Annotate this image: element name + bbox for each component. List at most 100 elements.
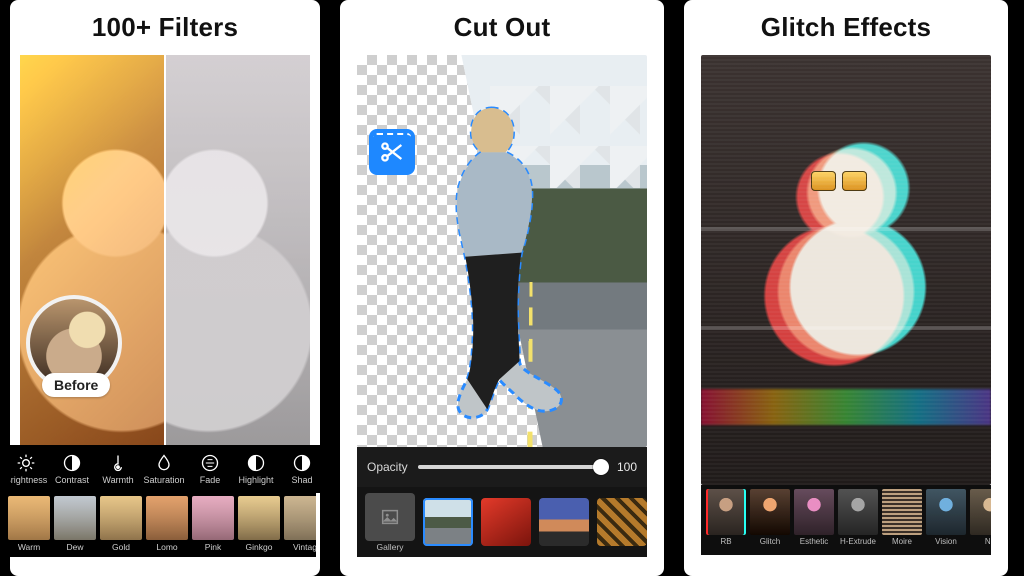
- filter-thumb-gold[interactable]: Gold: [98, 496, 144, 556]
- adjust-fade[interactable]: Fade: [184, 453, 236, 485]
- cutout-dash-icon: [373, 133, 411, 145]
- cutout-stage[interactable]: [357, 55, 647, 447]
- adjust-label: Contrast: [55, 475, 89, 485]
- thumb-label: Moire: [892, 537, 912, 546]
- adjust-label: Brightness: [10, 475, 47, 485]
- thumb-image: [54, 496, 96, 540]
- filter-thumb-warm[interactable]: Warm: [6, 496, 52, 556]
- effect-moire[interactable]: Moire: [881, 489, 923, 546]
- adjust-saturation[interactable]: Saturation: [138, 453, 190, 485]
- thumb-label: Pink: [205, 542, 222, 552]
- thumb-image: [706, 489, 746, 535]
- bg-thumb-sunset[interactable]: [539, 498, 589, 546]
- panel-cutout: Cut Out: [340, 0, 664, 576]
- highlight-icon: [246, 453, 266, 473]
- thumb-image: [423, 498, 473, 546]
- warmth-icon: [108, 453, 128, 473]
- panel-filters: 100+ Filters Before Brightness Contrast …: [10, 0, 320, 576]
- thumb-image: [597, 498, 647, 546]
- filter-thumb-pink[interactable]: Pink: [190, 496, 236, 556]
- thumb-image: [750, 489, 790, 535]
- thumb-label: Vision: [935, 537, 957, 546]
- effect-rb[interactable]: RB: [705, 489, 747, 546]
- thumb-label: Ne: [985, 537, 991, 546]
- thumb-label: Vintag: [293, 542, 316, 552]
- adjust-contrast[interactable]: Contrast: [46, 453, 98, 485]
- glitch-scanlines: [701, 55, 991, 485]
- thumb-image: [100, 496, 142, 540]
- panel-title: 100+ Filters: [92, 12, 238, 43]
- thumb-image: [539, 498, 589, 546]
- thumb-label: Ginkgo: [246, 542, 273, 552]
- gallery-icon: [365, 493, 415, 541]
- adjust-label: Shad: [291, 475, 312, 485]
- panel-glitch: Glitch Effects RB Glitch Esthetic H-Extr…: [684, 0, 1008, 576]
- thumb-image: [481, 498, 531, 546]
- thumb-image: [146, 496, 188, 540]
- contrast-icon: [62, 453, 82, 473]
- adjust-label: Highlight: [238, 475, 273, 485]
- panel-title: Cut Out: [454, 12, 551, 43]
- fade-icon: [200, 453, 220, 473]
- bg-thumb-road[interactable]: [423, 498, 473, 546]
- thumb-image: [882, 489, 922, 535]
- effect-vision[interactable]: Vision: [925, 489, 967, 546]
- thumb-image: [970, 489, 991, 535]
- opacity-value: 100: [617, 460, 637, 474]
- background-gallery[interactable]: Gallery: [357, 487, 647, 557]
- effect-h-extrude[interactable]: H-Extrude: [837, 489, 879, 546]
- thumb-label: H-Extrude: [840, 537, 876, 546]
- shadows-icon: [292, 453, 312, 473]
- before-label: Before: [42, 373, 110, 397]
- filter-thumb-vintage[interactable]: Vintag: [282, 496, 316, 556]
- cutout-tool-button[interactable]: [369, 129, 415, 175]
- saturation-icon: [154, 453, 174, 473]
- opacity-slider[interactable]: [418, 465, 607, 469]
- opacity-control: Opacity 100: [357, 447, 647, 487]
- adjust-highlight[interactable]: Highlight: [230, 453, 282, 485]
- cutout-subject[interactable]: [421, 102, 572, 423]
- bg-thumb-tiger[interactable]: [597, 498, 647, 546]
- thumb-image: [794, 489, 834, 535]
- thumb-image: [926, 489, 966, 535]
- adjust-label: Fade: [200, 475, 221, 485]
- effect-glitch[interactable]: Glitch: [749, 489, 791, 546]
- thumb-image: [284, 496, 316, 540]
- compare-divider[interactable]: [164, 55, 166, 445]
- thumb-label: Glitch: [760, 537, 780, 546]
- adjust-shadows[interactable]: Shad: [276, 453, 320, 485]
- promo-canvas: 100+ Filters Before Brightness Contrast …: [0, 0, 1024, 576]
- filter-compare-stage[interactable]: Before: [20, 55, 310, 445]
- thumb-label: Esthetic: [800, 537, 828, 546]
- glitch-effect-strip[interactable]: RB Glitch Esthetic H-Extrude Moire Visio…: [701, 485, 991, 555]
- filter-thumb-lomo[interactable]: Lomo: [144, 496, 190, 556]
- thumb-image: [238, 496, 280, 540]
- thumb-label: Lomo: [156, 542, 177, 552]
- opacity-label: Opacity: [367, 460, 408, 474]
- photo-alt-filter: [165, 55, 310, 445]
- slider-knob[interactable]: [593, 459, 609, 475]
- thumb-label: RB: [720, 537, 731, 546]
- thumb-image: [838, 489, 878, 535]
- adjust-label: Saturation: [143, 475, 184, 485]
- effect-ne[interactable]: Ne: [969, 489, 991, 546]
- filter-thumb-ginkgo[interactable]: Ginkgo: [236, 496, 282, 556]
- glitch-preview[interactable]: [701, 55, 991, 485]
- bg-thumb-red[interactable]: [481, 498, 531, 546]
- filter-thumb-dew[interactable]: Dew: [52, 496, 98, 556]
- thumb-image: [192, 496, 234, 540]
- thumb-label: Gold: [112, 542, 130, 552]
- adjust-tool-row: Brightness Contrast Warmth Saturation Fa…: [10, 445, 320, 493]
- thumb-image: [8, 496, 50, 540]
- adjust-label: Warmth: [102, 475, 133, 485]
- gallery-open-button[interactable]: Gallery: [365, 493, 415, 552]
- panel-title: Glitch Effects: [761, 12, 931, 43]
- adjust-warmth[interactable]: Warmth: [92, 453, 144, 485]
- thumb-label: Dew: [66, 542, 83, 552]
- compare-right: [165, 55, 310, 445]
- thumb-label: Warm: [18, 542, 40, 552]
- brightness-icon: [16, 453, 36, 473]
- gallery-label: Gallery: [377, 542, 404, 552]
- effect-esthetic[interactable]: Esthetic: [793, 489, 835, 546]
- filter-thumb-strip[interactable]: Warm Dew Gold Lomo Pink Ginkgo Vintag: [6, 493, 316, 557]
